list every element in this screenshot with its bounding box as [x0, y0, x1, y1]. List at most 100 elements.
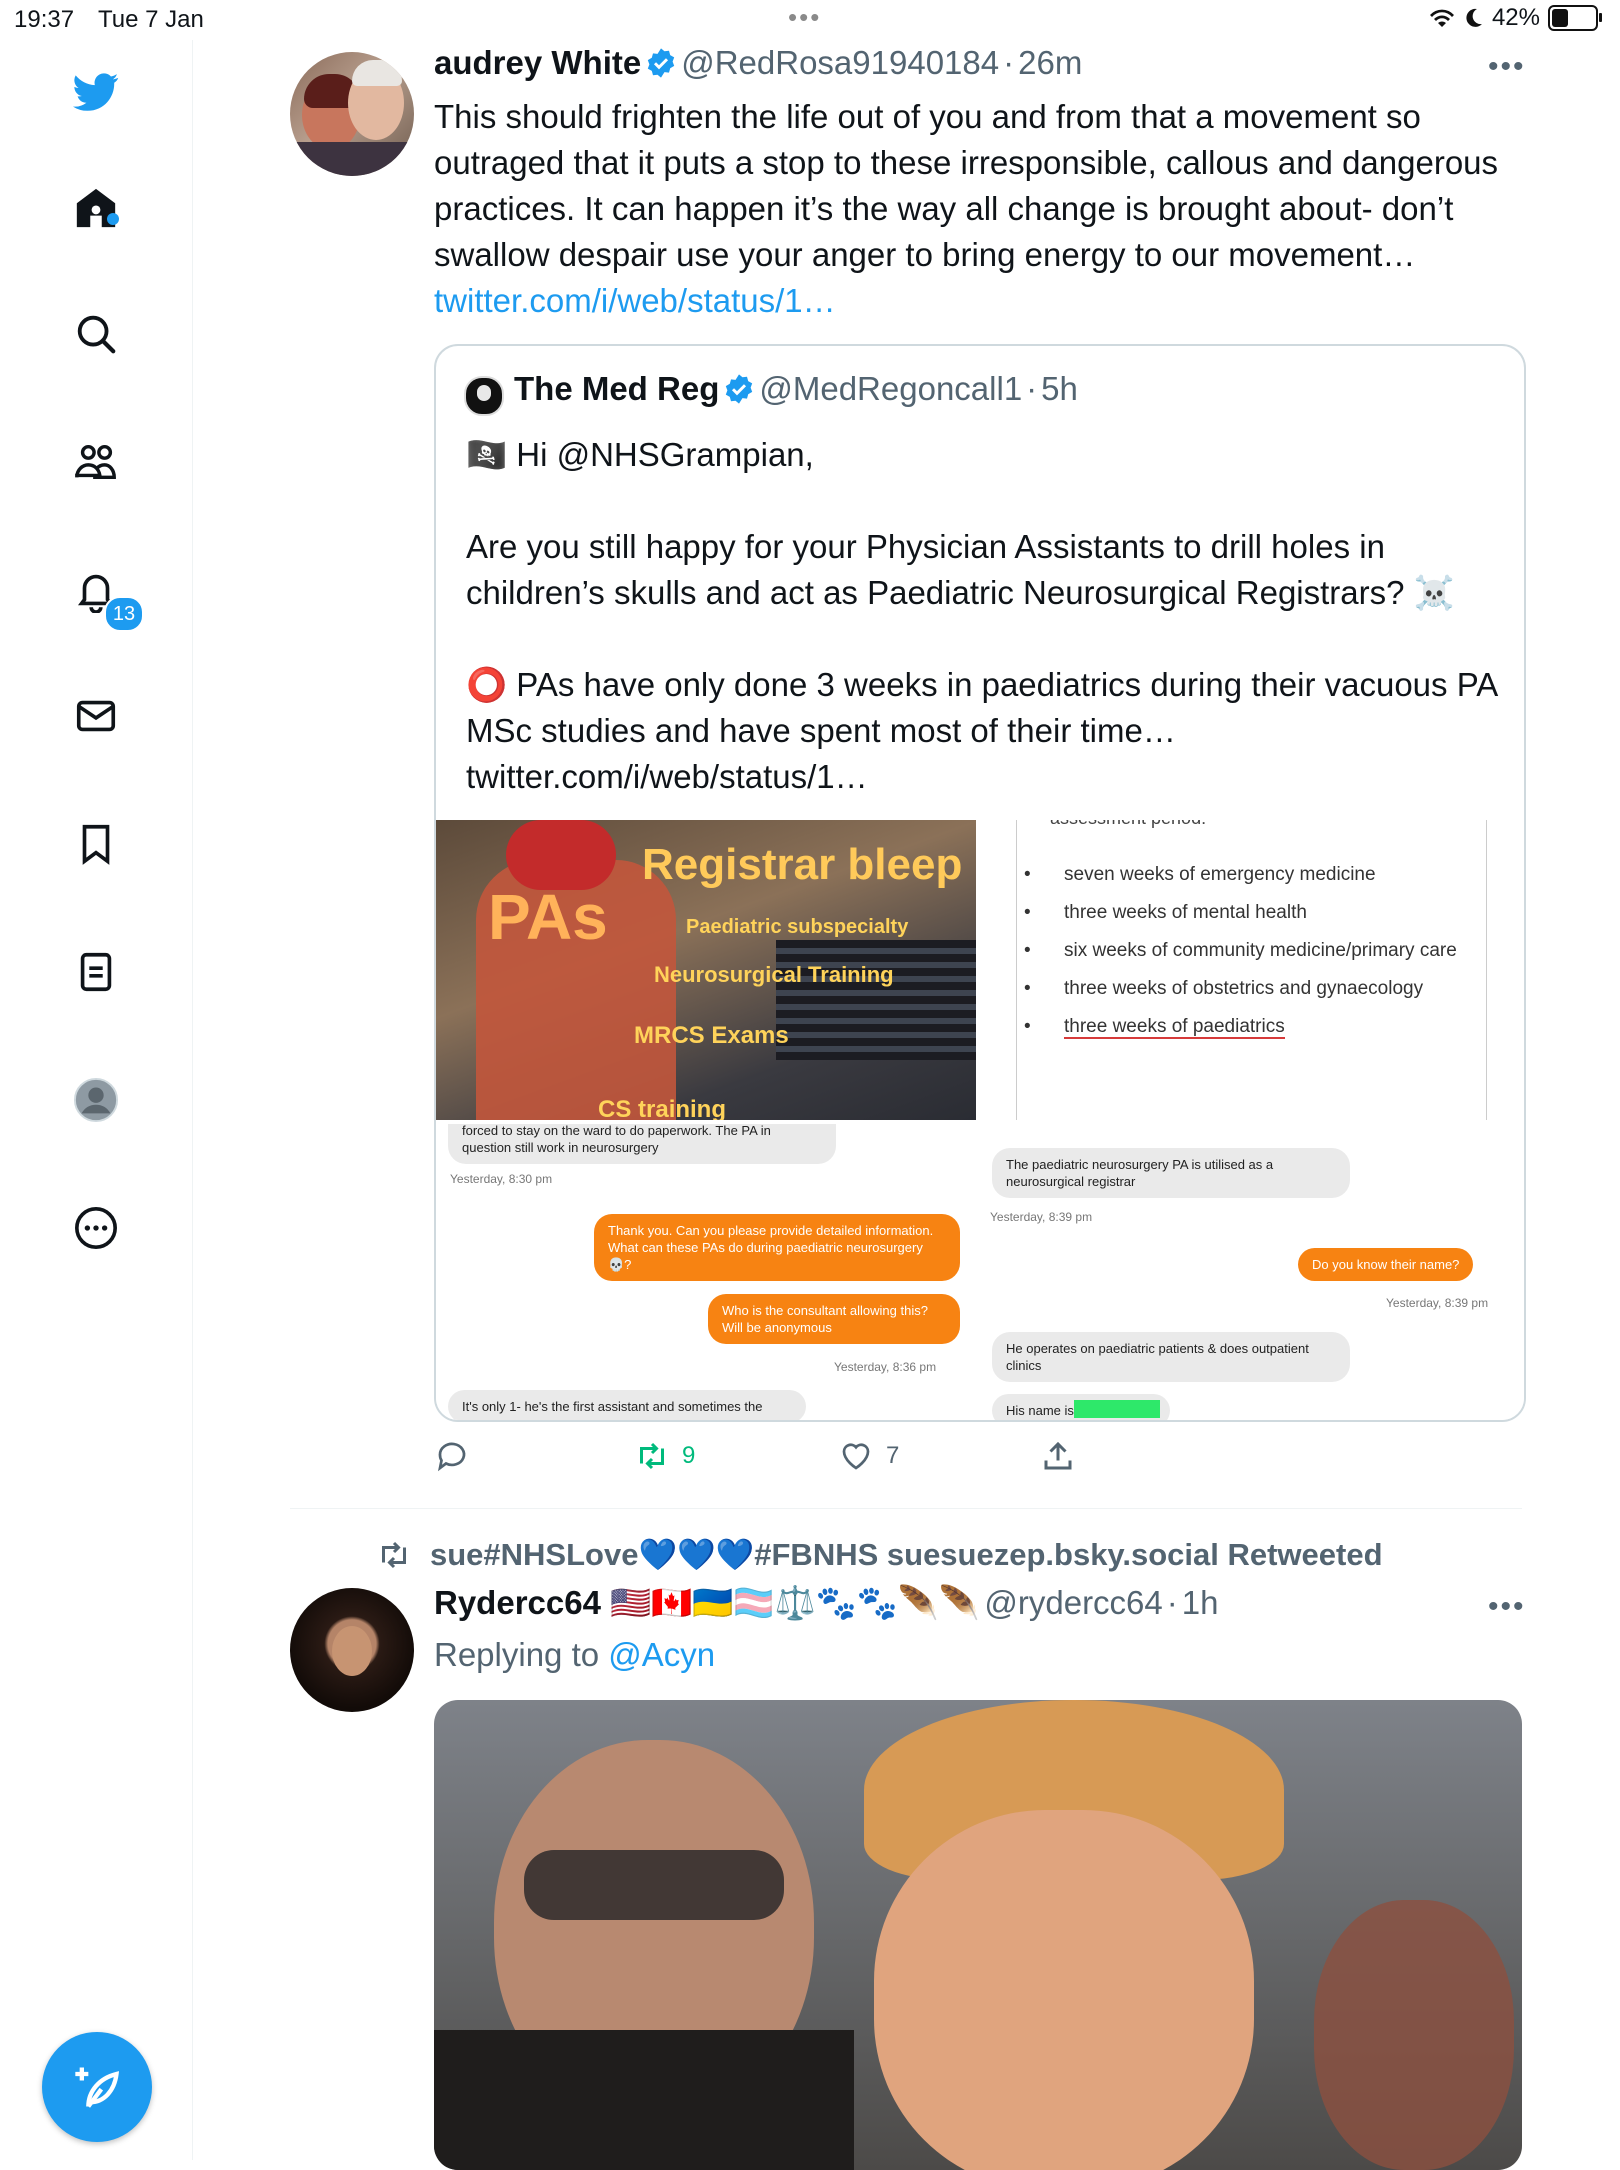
quote-time: 5h: [1041, 370, 1078, 407]
tweet-divider: [290, 1508, 1522, 1509]
tweet-header: Rydercc64 🇺🇸🇨🇦🇺🇦🏳️‍⚧️⚖️🐾🐾🪶🪶 @rydercc64 · 1…: [434, 1584, 1218, 1623]
media4-time-2: Yesterday, 8:39 pm: [1386, 1296, 1489, 1310]
quote-line-2: Are you still happy for your Physician A…: [466, 528, 1455, 611]
tweet-link[interactable]: twitter.com/i/web/status/1…: [434, 282, 836, 319]
moon-icon: [1466, 8, 1482, 27]
quote-media-grid: PAs Registrar bleep Paediatric subspecia…: [436, 820, 1524, 1420]
media1-line-3: MRCS Exams: [634, 1022, 789, 1049]
compose-icon: [75, 2067, 120, 2108]
tweet-text: This should frighten the life out of you…: [434, 94, 1514, 324]
tweet-media-image[interactable]: [434, 1700, 1522, 2170]
retweet-context[interactable]: sue#NHSLove💙💙💙#FBNHS suesuezep.bsky.soci…: [376, 1536, 1383, 1573]
avatar[interactable]: [290, 52, 414, 176]
retweeted-by: sue#NHSLove💙💙💙#FBNHS suesuezep.bsky.soci…: [430, 1537, 1383, 1572]
home-notification-dot: [107, 213, 119, 225]
media3-time-2: Yesterday, 8:36 pm: [834, 1360, 937, 1374]
tweet-body: This should frighten the life out of you…: [434, 98, 1499, 273]
media4-msg-1: The paediatric neurosurgery PA is utilis…: [992, 1148, 1350, 1198]
home-icon[interactable]: [66, 178, 126, 238]
multitasking-dots[interactable]: •••: [788, 2, 821, 33]
media1-line-1: Paediatric subspecialty: [686, 916, 909, 938]
media3-top: forced to stay on the ward to do paperwo…: [448, 1124, 836, 1164]
media1-line-2: Neurosurgical Training: [654, 962, 894, 987]
media4-msg-4: His name is A: [992, 1394, 1170, 1420]
media1-line-4: CS training: [598, 1096, 727, 1120]
redaction-mark: [1074, 1400, 1160, 1418]
twitter-logo-icon[interactable]: [66, 62, 126, 122]
tweet-more-icon[interactable]: •••: [1488, 50, 1526, 84]
battery-percent: 42%: [1491, 4, 1540, 31]
reply-icon: [437, 1442, 466, 1472]
share-icon: [1044, 1441, 1072, 1470]
media1-title: Registrar bleep: [642, 840, 963, 889]
quote-line-3: ⭕ PAs have only done 3 weeks in paediatr…: [466, 666, 1497, 795]
tweet-time[interactable]: 1h: [1182, 1584, 1219, 1621]
media2-top: assessment period:: [1050, 820, 1206, 829]
messages-icon[interactable]: [66, 686, 126, 746]
author-handle[interactable]: @RedRosa91940184: [681, 44, 999, 81]
battery-fill: [1552, 9, 1568, 27]
media2-bullet-highlight: three weeks of paediatrics: [1064, 1016, 1285, 1039]
like-button[interactable]: 7: [838, 1438, 899, 1474]
media3-msg-2: Who is the consultant allowing this? Wil…: [708, 1294, 960, 1344]
profile-icon[interactable]: [66, 1070, 126, 1130]
media4-msg-3: He operates on paediatric patients & doe…: [992, 1332, 1350, 1382]
separator: ·: [1003, 44, 1015, 81]
status-bar: 19:37 Tue 7 Jan ••• 42%: [0, 0, 1620, 40]
compose-tweet-button[interactable]: [42, 2032, 152, 2142]
tweet-more-icon[interactable]: •••: [1488, 1590, 1526, 1624]
media-image-chat-2[interactable]: The paediatric neurosurgery PA is utilis…: [980, 1124, 1524, 1420]
sidebar: 13: [0, 40, 193, 2160]
replying-to-handle[interactable]: @Acyn: [608, 1636, 715, 1673]
media-image-pas[interactable]: PAs Registrar bleep Paediatric subspecia…: [436, 820, 976, 1120]
lists-icon[interactable]: [66, 942, 126, 1002]
author-name[interactable]: Rydercc64 🇺🇸🇨🇦🇺🇦🏳️‍⚧️⚖️🐾🐾🪶🪶: [434, 1584, 980, 1621]
media3-msg-3: It's only 1- he's the first assistant an…: [448, 1390, 806, 1420]
like-count: 7: [886, 1442, 900, 1469]
media3-msg-1: Thank you. Can you please provide detail…: [594, 1214, 960, 1281]
quoted-tweet[interactable]: The Med Reg @MedRegoncall1 · 5h 🏴‍☠️ Hi @NH…: [434, 344, 1526, 1422]
communities-icon[interactable]: [66, 432, 126, 492]
more-icon[interactable]: [66, 1198, 126, 1258]
media2-list: • seven weeks of emergency medicine • thre…: [1024, 864, 1457, 1039]
replying-prefix: Replying to: [434, 1636, 600, 1673]
avatar[interactable]: [290, 1588, 414, 1712]
wifi-icon: [1429, 9, 1454, 28]
reply-button[interactable]: [434, 1438, 470, 1474]
separator: ·: [1026, 370, 1038, 407]
media2-bullet: three weeks of obstetrics and gynaecolog…: [1064, 978, 1424, 999]
quote-author-name: The Med Reg: [514, 370, 720, 407]
tweet-header: audrey White @RedRosa91940184 · 26m: [434, 44, 1082, 82]
share-button[interactable]: [1040, 1438, 1076, 1474]
status-date: Tue 7 Jan: [98, 6, 204, 33]
verified-badge-icon: [726, 374, 753, 404]
retweet-icon: [640, 1442, 664, 1470]
retweet-button[interactable]: 9: [634, 1438, 695, 1474]
quote-line-1: 🏴‍☠️ Hi @NHSGrampian,: [466, 436, 814, 473]
media-image-chat-1[interactable]: forced to stay on the ward to do paperwo…: [436, 1124, 976, 1420]
author-name[interactable]: audrey White: [434, 44, 641, 81]
media4-time-1: Yesterday, 8:39 pm: [990, 1210, 1093, 1224]
replying-to: Replying to @Acyn: [434, 1636, 715, 1674]
media1-big: PAs: [488, 881, 608, 953]
quote-header: The Med Reg @MedRegoncall1 · 5h: [514, 370, 1078, 408]
status-time: 19:37: [14, 6, 75, 33]
status-right: 42%: [1428, 4, 1602, 32]
quote-text: 🏴‍☠️ Hi @NHSGrampian, Are you still happ…: [466, 432, 1506, 800]
media-image-curriculum[interactable]: assessment period: •seven weeks of emerg…: [980, 820, 1524, 1120]
tweet-time[interactable]: 26m: [1018, 44, 1082, 81]
battery-icon: [1548, 5, 1602, 31]
heart-icon: [842, 1443, 870, 1470]
search-icon[interactable]: [66, 304, 126, 364]
quote-author-handle: @MedRegoncall1: [759, 370, 1023, 407]
media2-bullet: six weeks of community medicine/primary …: [1064, 940, 1457, 961]
verified-badge-icon: [648, 48, 675, 78]
media4-msg-2: Do you know their name?: [1298, 1248, 1474, 1281]
separator: ·: [1166, 1584, 1178, 1621]
notifications-badge: 13: [104, 596, 144, 632]
bookmarks-icon[interactable]: [66, 814, 126, 874]
retweet-icon: [382, 1541, 406, 1568]
media3-time-1: Yesterday, 8:30 pm: [450, 1172, 553, 1186]
author-handle[interactable]: @rydercc64: [984, 1584, 1162, 1621]
quote-avatar[interactable]: [464, 376, 504, 416]
